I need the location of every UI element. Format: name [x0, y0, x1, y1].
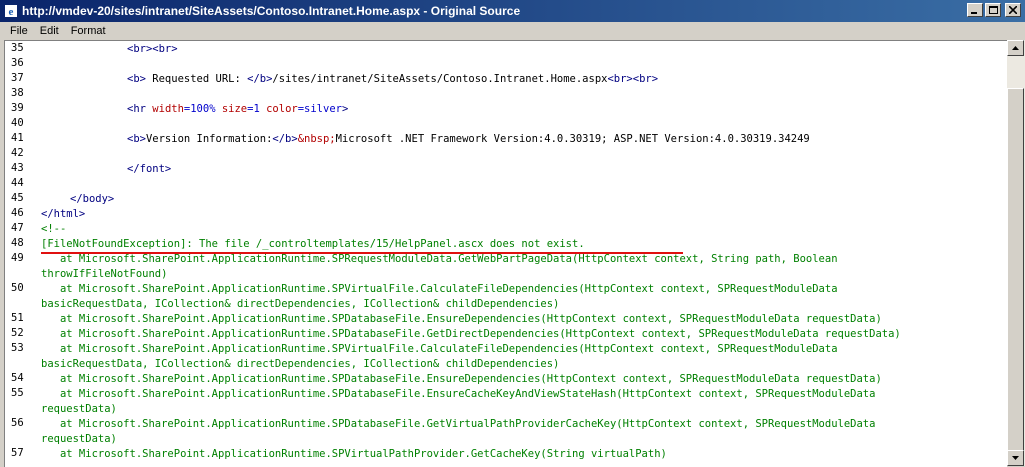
stack-trace-line: at Microsoft.SharePoint.ApplicationRunti…: [41, 388, 876, 400]
code-line: <b>Version Information:</b>&nbsp;Microso…: [127, 132, 810, 147]
line-number: 41: [11, 132, 24, 144]
stack-trace-line: basicRequestData, ICollection& directDep…: [41, 298, 560, 310]
maximize-icon[interactable]: [985, 3, 1001, 17]
line-number: 40: [11, 117, 24, 129]
code-text: Requested URL:: [145, 73, 248, 85]
line-number: 36: [11, 57, 24, 69]
error-message-line: [FileNotFoundException]: The file /_cont…: [41, 238, 585, 250]
scrollbar-thumb[interactable]: [1007, 88, 1024, 452]
red-underline-annotation: [41, 252, 683, 254]
line-number: 51: [11, 312, 24, 324]
title-bar[interactable]: e http://vmdev-20/sites/intranet/SiteAss…: [0, 0, 1025, 22]
attr-name: size: [215, 103, 248, 115]
line-number: 37: [11, 72, 24, 84]
html-tag: <br><br>: [607, 73, 659, 85]
line-number: 44: [11, 177, 24, 189]
menu-format[interactable]: Format: [65, 25, 112, 37]
attr-name: width: [152, 103, 184, 115]
stack-trace-line: at Microsoft.SharePoint.ApplicationRunti…: [41, 313, 882, 325]
stack-trace-line: at Microsoft.SharePoint.ApplicationRunti…: [41, 448, 667, 460]
code-line: <b> Requested URL: </b>/sites/intranet/S…: [127, 72, 658, 87]
code-line: <hr width=100% size=1 color=silver>: [127, 102, 348, 117]
code-line: </html>: [41, 207, 85, 222]
line-number: 38: [11, 87, 24, 99]
scroll-down-icon[interactable]: [1007, 450, 1024, 466]
line-number: 47: [11, 222, 24, 234]
close-icon[interactable]: [1005, 3, 1021, 17]
stack-trace-line: at Microsoft.SharePoint.ApplicationRunti…: [41, 418, 876, 430]
stack-trace-line: at Microsoft.SharePoint.ApplicationRunti…: [41, 343, 838, 355]
code-line: </font>: [127, 162, 171, 177]
stack-trace-line: throwIfFileNotFound): [41, 268, 168, 280]
code-line: </body>: [70, 192, 114, 207]
stack-trace-line: at Microsoft.SharePoint.ApplicationRunti…: [41, 328, 901, 340]
html-tag: </font>: [127, 163, 172, 175]
line-number: 46: [11, 207, 24, 219]
line-number: 43: [11, 162, 24, 174]
line-number: 53: [11, 342, 24, 354]
line-number: 35: [11, 42, 24, 54]
code-text: Version Information:: [145, 133, 273, 145]
stack-trace-line: basicRequestData, ICollection& directDep…: [41, 358, 560, 370]
ie-page-icon: e: [4, 4, 18, 18]
line-number: 54: [11, 372, 24, 384]
line-number: 56: [11, 417, 24, 429]
stack-trace-line: requestData): [41, 433, 117, 445]
html-tag: </html>: [41, 208, 86, 220]
attr-value: =silver: [297, 103, 342, 115]
html-tag: </b>: [272, 133, 298, 145]
stack-trace-line: at Microsoft.SharePoint.ApplicationRunti…: [41, 253, 838, 265]
menu-file[interactable]: File: [0, 25, 34, 37]
scroll-up-icon[interactable]: [1007, 40, 1024, 56]
stack-trace-line: requestData): [41, 403, 117, 415]
minimize-icon[interactable]: [967, 3, 983, 17]
line-number: 50: [11, 282, 24, 294]
attr-name: color: [259, 103, 298, 115]
line-number: 42: [11, 147, 24, 159]
code-text: Microsoft .NET Framework Version:4.0.303…: [335, 133, 810, 145]
source-editor[interactable]: 35 <br><br> 36 37 <b> Requested URL: </b…: [4, 40, 1007, 467]
line-number: 49: [11, 252, 24, 264]
html-entity: &nbsp;: [297, 133, 336, 145]
line-number: 52: [11, 327, 24, 339]
html-tag: <b>: [127, 73, 146, 85]
vertical-scrollbar[interactable]: [1007, 40, 1025, 466]
window-title: http://vmdev-20/sites/intranet/SiteAsset…: [22, 4, 521, 18]
stack-trace-line: at Microsoft.SharePoint.ApplicationRunti…: [41, 283, 838, 295]
html-tag: <hr: [127, 103, 153, 115]
stack-trace-line: at Microsoft.SharePoint.ApplicationRunti…: [41, 373, 882, 385]
line-number: 39: [11, 102, 24, 114]
line-number: 48: [11, 237, 24, 249]
line-number: 57: [11, 447, 24, 459]
line-number: 55: [11, 387, 24, 399]
html-tag: </body>: [70, 193, 115, 205]
comment-line: <!--: [41, 223, 67, 235]
code-line: <br><br>: [127, 42, 178, 57]
line-number: 45: [11, 192, 24, 204]
svg-text:e: e: [9, 6, 14, 18]
attr-value: =1: [247, 103, 260, 115]
html-tag: </b>: [247, 73, 273, 85]
code-text: /sites/intranet/SiteAssets/Contoso.Intra…: [272, 73, 608, 85]
html-tag: <b>: [127, 133, 146, 145]
html-tag: >: [341, 103, 349, 115]
html-tag: <br><br>: [127, 43, 178, 55]
menu-bar: File Edit Format: [0, 22, 1025, 40]
menu-edit[interactable]: Edit: [34, 25, 65, 37]
attr-value: =100%: [183, 103, 216, 115]
